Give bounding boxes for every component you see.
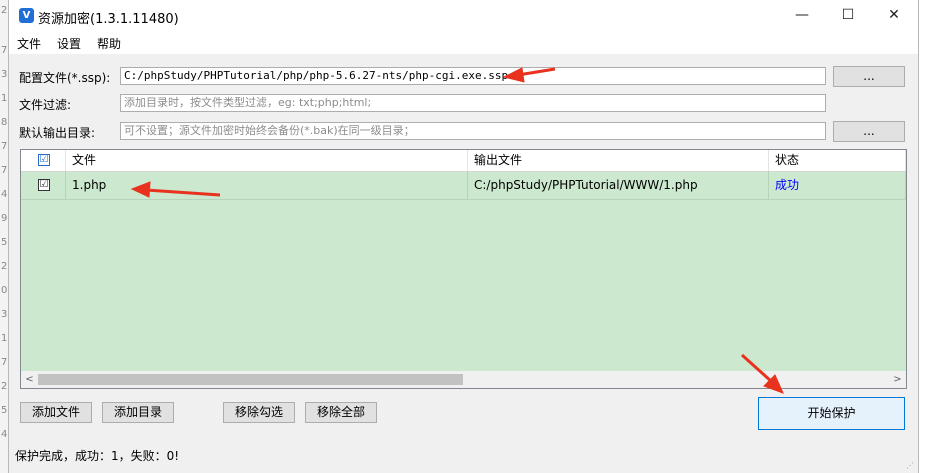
annotation-arrows xyxy=(130,67,784,394)
arrow-start-annotation xyxy=(740,353,784,394)
arrow-config-annotation xyxy=(502,67,556,83)
arrow-file-annotation xyxy=(130,181,221,198)
